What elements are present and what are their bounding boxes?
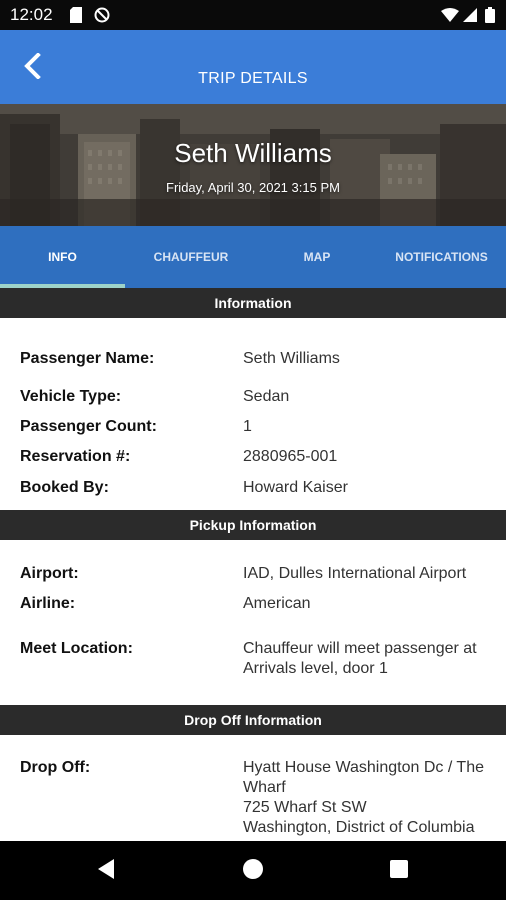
page-title: TRIP DETAILS — [198, 70, 308, 87]
row-value: Seth Williams — [243, 350, 340, 367]
tab-info[interactable]: INFO — [0, 226, 125, 288]
trip-datetime: Friday, April 30, 2021 3:15 PM — [166, 180, 340, 195]
tab-map[interactable]: MAP — [257, 226, 377, 288]
tab-chauffeur[interactable]: CHAUFFEUR — [125, 226, 257, 288]
system-nav-bar — [0, 841, 506, 900]
recents-square-icon — [389, 859, 409, 884]
row-value: 1 — [243, 418, 252, 435]
row-value: American — [243, 595, 311, 612]
section-header-pickup: Pickup Information — [0, 510, 506, 540]
row-value: Howard Kaiser — [243, 479, 348, 496]
home-circle-icon — [242, 858, 264, 885]
nav-recents-button[interactable] — [381, 853, 417, 889]
nav-back-button[interactable] — [88, 853, 124, 889]
row-label: Vehicle Type: — [20, 388, 122, 405]
section-header-dropoff: Drop Off Information — [0, 705, 506, 735]
row-value: Sedan — [243, 388, 290, 405]
row-label: Booked By: — [20, 479, 109, 496]
row-label: Drop Off: — [20, 759, 91, 776]
tab-notifications[interactable]: NOTIFICATIONS — [377, 226, 506, 288]
row-value: Hyatt House Washington Dc / The Wharf 72… — [243, 759, 484, 836]
row-value: 2880965-001 — [243, 448, 338, 465]
wifi-icon — [441, 8, 459, 27]
signal-icon — [463, 8, 477, 27]
section-header-information: Information — [0, 288, 506, 318]
row-label: Meet Location: — [20, 640, 133, 657]
battery-icon — [485, 7, 495, 28]
row-label: Passenger Name: — [20, 350, 155, 367]
row-label: Airline: — [20, 595, 76, 612]
status-bar: 12:02 — [0, 0, 506, 30]
sd-card-icon — [70, 7, 82, 28]
nav-home-button[interactable] — [235, 853, 271, 889]
passenger-name-heading: Seth Williams — [174, 138, 332, 168]
no-disturb-icon — [94, 7, 110, 28]
trip-header: Seth Williams Friday, April 30, 2021 3:1… — [0, 104, 506, 226]
status-time: 12:02 — [10, 5, 53, 24]
back-triangle-icon — [96, 858, 116, 885]
row-value: IAD, Dulles International Airport — [243, 565, 467, 582]
tab-bar: INFO CHAUFFEUR MAP NOTIFICATIONS — [0, 226, 506, 288]
row-label: Airport: — [20, 565, 79, 582]
app-bar: TRIP DETAILS — [0, 30, 506, 104]
row-label: Passenger Count: — [20, 418, 157, 435]
row-label: Reservation #: — [20, 448, 131, 465]
row-value: Chauffeur will meet passenger at Arrival… — [243, 640, 477, 677]
